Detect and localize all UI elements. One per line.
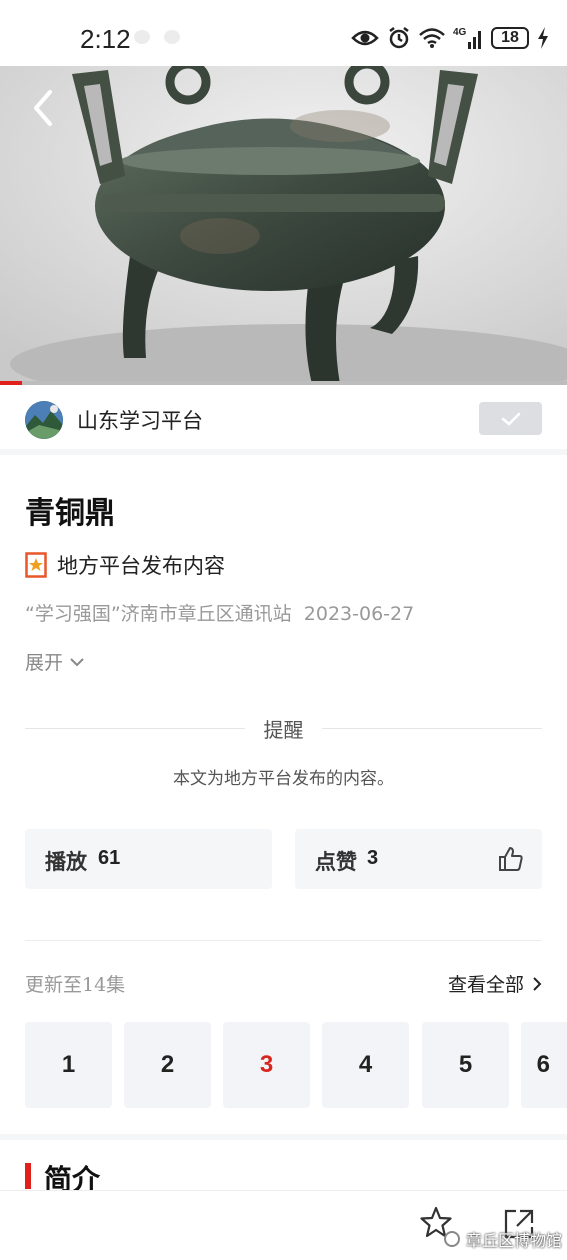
episode-item[interactable]: 4 (322, 1022, 409, 1108)
like-box[interactable]: 点赞 3 (295, 829, 542, 889)
thumbs-up-icon[interactable] (498, 846, 524, 872)
status-bar: 2:12 4G 18 (0, 0, 567, 66)
network-type: 4G (453, 27, 467, 38)
follow-button[interactable] (479, 402, 542, 435)
publish-date: 2023-06-27 (303, 603, 415, 625)
play-count-box: 播放 61 (25, 829, 272, 889)
section-divider (25, 940, 542, 941)
article-title: 青铜鼎 (25, 496, 115, 531)
check-icon (501, 412, 520, 426)
charging-icon (538, 27, 548, 49)
view-all-link[interactable]: 查看全部 (448, 970, 542, 997)
status-icons: 4G 18 (351, 24, 549, 52)
battery-icon: 18 (491, 27, 529, 49)
article-source: “学习强国”济南市章丘区通讯站 2023-06-27 (25, 599, 414, 626)
channel-row[interactable]: 山东学习平台 (0, 385, 567, 455)
eye-icon (351, 30, 379, 46)
like-label: 点赞 (315, 849, 357, 874)
back-icon[interactable] (28, 86, 60, 130)
chevron-down-icon (70, 657, 84, 666)
source-name: “学习强国”济南市章丘区通讯站 (25, 603, 292, 625)
notification-dots (134, 30, 180, 44)
section-gap (0, 1134, 567, 1140)
episode-item[interactable]: 2 (124, 1022, 211, 1108)
episode-item[interactable]: 5 (422, 1022, 509, 1108)
bottom-action-bar: 章丘区博物馆 (0, 1190, 567, 1260)
episode-item[interactable]: 6 (521, 1022, 567, 1108)
watermark: 章丘区博物馆 (444, 1227, 562, 1251)
like-count: 3 (367, 847, 379, 869)
expand-button[interactable]: 展开 (25, 648, 85, 675)
watermark-text: 章丘区博物馆 (466, 1231, 563, 1250)
intro-accent-bar (25, 1163, 31, 1189)
channel-name[interactable]: 山东学习平台 (77, 405, 203, 435)
status-time: 2:12 (80, 24, 131, 54)
episode-item[interactable]: 1 (25, 1022, 112, 1108)
play-label: 播放 (45, 849, 87, 874)
episode-item-active[interactable]: 3 (223, 1022, 310, 1108)
view-all-label: 查看全部 (447, 974, 524, 996)
play-count: 61 (98, 847, 121, 869)
wifi-icon (419, 28, 445, 48)
channel-avatar[interactable] (25, 401, 63, 439)
platform-tag-label: 地方平台发布内容 (57, 554, 225, 578)
platform-tag: 地方平台发布内容 (25, 550, 225, 580)
alarm-icon (389, 27, 409, 49)
video-frame-bronze-ding (0, 66, 567, 384)
episode-update-text: 更新至14集 (25, 974, 126, 996)
notice-title: 提醒 (263, 718, 304, 742)
episode-list: 1 2 3 4 5 6 (25, 1022, 567, 1108)
expand-label: 展开 (25, 652, 64, 674)
signal-icon: 4G (453, 27, 481, 49)
wechat-logo-icon (444, 1231, 460, 1247)
chevron-right-icon (533, 976, 542, 991)
video-player[interactable] (0, 66, 567, 384)
notice-body: 本文为地方平台发布的内容。 (173, 769, 394, 789)
badge-icon (25, 552, 47, 578)
